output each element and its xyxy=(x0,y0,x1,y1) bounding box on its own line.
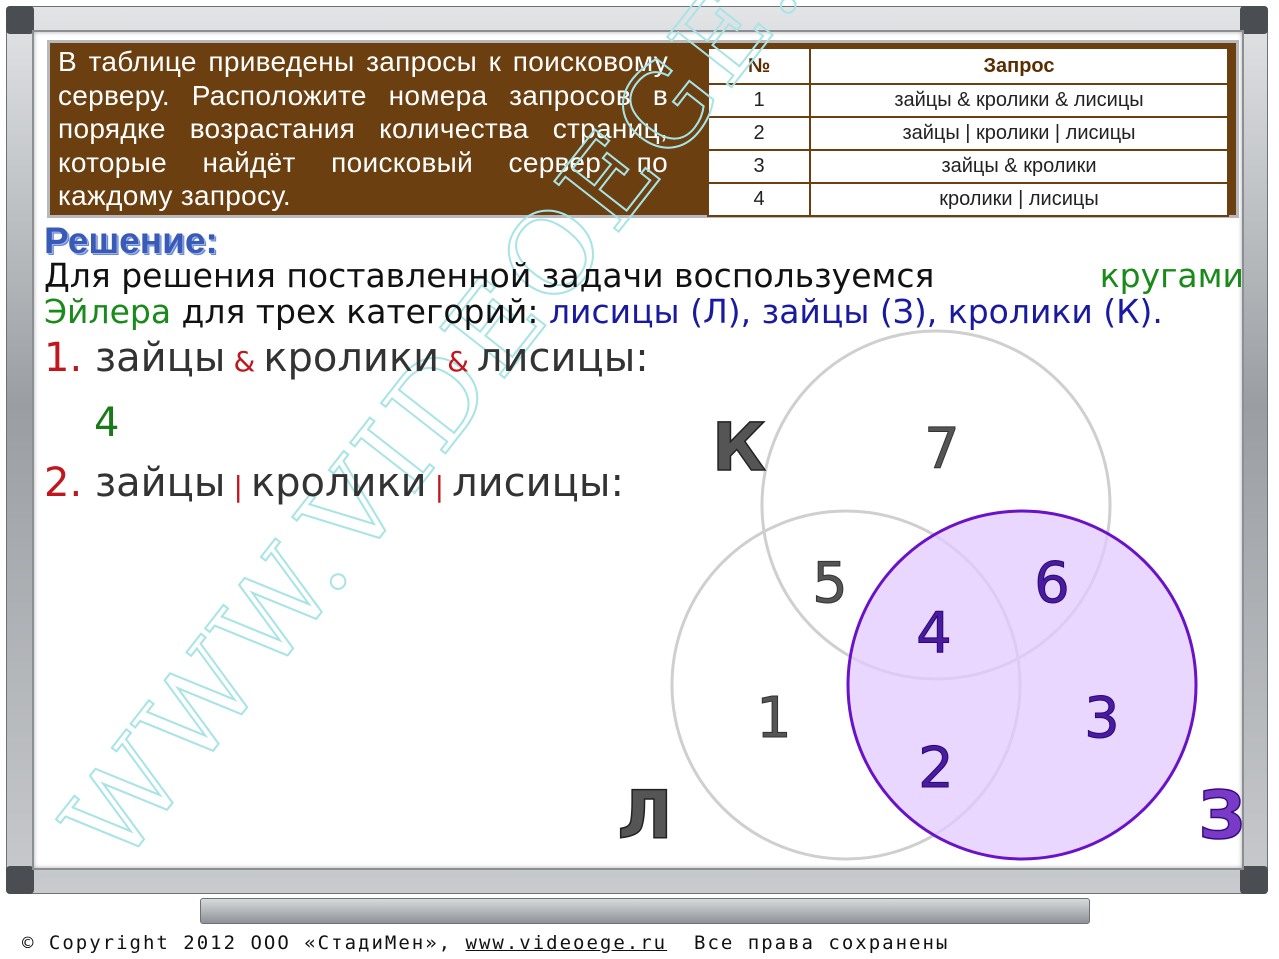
step-number: 1. xyxy=(44,335,83,381)
region-label: 6 xyxy=(1034,551,1070,616)
step-word: лисицы: xyxy=(452,460,624,506)
region-label: 1 xyxy=(756,686,792,751)
set-label-k: К xyxy=(712,409,766,486)
solution-text: Для решения поставленной задачи воспольз… xyxy=(44,256,935,295)
solution-line-1: Для решения поставленной задачи воспольз… xyxy=(44,258,1244,294)
step-operator: | xyxy=(434,470,445,503)
step-word: кролики xyxy=(263,335,440,381)
copyright-icon: © xyxy=(22,932,36,954)
step-2: 2. зайцы | кролики | лисицы: xyxy=(44,460,624,506)
region-label: 3 xyxy=(1084,686,1120,751)
step-1-answer: 4 xyxy=(94,400,120,446)
region-label: 2 xyxy=(918,736,954,801)
copyright-link[interactable]: www.videoege.ru xyxy=(466,932,668,954)
watermark: WWW.VIDEOEGE.RU xyxy=(39,0,946,887)
region-label: 7 xyxy=(924,417,960,482)
euler-word-1: кругами xyxy=(1099,256,1244,295)
step-word: зайцы xyxy=(94,460,226,506)
region-label: 5 xyxy=(812,551,848,616)
circle-z[interactable] xyxy=(846,509,1198,861)
step-operator: & xyxy=(447,345,469,378)
copyright-line: © Copyright 2012 ООО «СтадиМен», www.vid… xyxy=(22,932,949,954)
region-label: 4 xyxy=(916,601,952,666)
copyright-prefix: Copyright 2012 ООО «СтадиМен», xyxy=(48,932,453,954)
copyright-suffix: Все права сохранены xyxy=(694,932,950,954)
solution-paragraph: Для решения поставленной задачи воспольз… xyxy=(44,258,1244,330)
set-label-z: З xyxy=(1199,777,1246,854)
step-1: 1. зайцы & кролики & лисицы: xyxy=(44,335,649,381)
step-operator: & xyxy=(233,345,256,378)
solution-line-2: Эйлера для трех категорий: лисицы (Л), з… xyxy=(44,294,1244,330)
step-word: лисицы: xyxy=(476,335,649,381)
step-word: зайцы xyxy=(94,335,226,381)
solution-text: для трех категорий: xyxy=(171,292,549,331)
step-operator: | xyxy=(233,470,243,503)
step-word: кролики xyxy=(250,460,427,506)
category-z: зайцы (З), xyxy=(761,292,938,331)
step-number: 2. xyxy=(44,460,83,506)
set-label-l: Л xyxy=(618,777,673,854)
euler-word-2: Эйлера xyxy=(44,292,172,331)
category-l: лисицы (Л), xyxy=(548,292,752,331)
category-k: кролики (К). xyxy=(947,292,1163,331)
